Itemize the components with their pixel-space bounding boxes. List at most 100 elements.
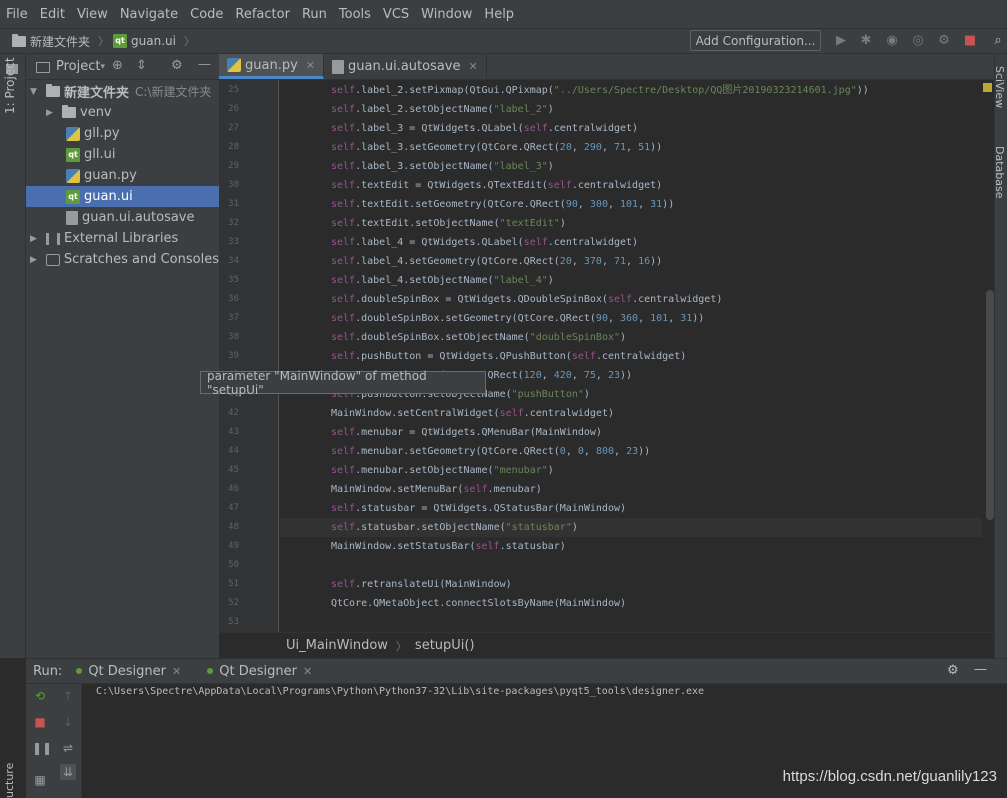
menu-window[interactable]: Window [421,7,472,22]
database-tool-tab[interactable]: Database [993,146,1006,199]
menu-run[interactable]: Run [302,7,327,22]
pause-icon[interactable]: ❚❚ [32,740,52,756]
tree-item-label: venv [80,105,112,120]
tree-item-root[interactable]: ▼ 新建文件夹 C:\新建文件夹 [26,81,219,102]
code-line[interactable]: self.label_3.setObjectName("label_3") [331,157,554,176]
close-icon[interactable]: ✕ [469,60,478,73]
code-line[interactable]: self.doubleSpinBox.setGeometry(QtCore.QR… [331,309,704,328]
nav-project[interactable]: 新建文件夹 [12,33,90,50]
run-tab-qt-designer-1[interactable]: Qt Designer ✕ [76,664,181,679]
nav-file[interactable]: qt guan.ui [113,34,176,48]
code-line[interactable]: QtCore.QMetaObject.connectSlotsByName(Ma… [331,594,626,613]
run-tab-label: Qt Designer [88,663,167,679]
project-panel-title[interactable]: Project [56,59,100,74]
code-line[interactable]: self.statusbar.setObjectName("statusbar"… [331,518,578,537]
code-editor[interactable]: self.label_2.setPixmap(QtGui.QPixmap("..… [280,80,982,632]
code-line[interactable]: self.textEdit.setObjectName("textEdit") [331,214,566,233]
menu-file[interactable]: File [6,7,28,22]
warning-indicator-icon[interactable] [983,83,992,92]
code-line[interactable]: self.doubleSpinBox.setObjectName("double… [331,328,626,347]
stop-icon[interactable]: ■ [32,714,48,730]
layout-icon[interactable]: ▦ [32,772,48,788]
code-line[interactable]: self.retranslateUi(MainWindow) [331,575,512,594]
scroll-to-end-icon[interactable]: ⇊ [60,764,76,780]
code-line[interactable]: self.label_2.setPixmap(QtGui.QPixmap("..… [331,81,869,100]
code-line[interactable]: self.menubar = QtWidgets.QMenuBar(MainWi… [331,423,602,442]
breadcrumb-class[interactable]: Ui_MainWindow [286,638,388,653]
breadcrumb-method[interactable]: setupUi() [415,638,475,653]
editor-scrollbar-thumb[interactable] [986,290,994,520]
stop-icon[interactable]: ■ [962,33,978,49]
code-line[interactable]: self.label_2.setObjectName("label_2") [331,100,554,119]
code-line[interactable]: self.menubar.setGeometry(QtCore.QRect(0,… [331,442,650,461]
chevron-right-icon[interactable]: ▶ [30,255,42,265]
down-arrow-icon[interactable]: ↓ [60,714,76,730]
tree-item-external-libraries[interactable]: ▶ External Libraries [26,228,219,249]
code-line[interactable]: self.label_4 = QtWidgets.QLabel(self.cen… [331,233,638,252]
code-line[interactable]: MainWindow.setStatusBar(self.statusbar) [331,537,566,556]
tree-item-venv[interactable]: ▶ venv [26,102,219,123]
code-line[interactable]: self.statusbar = QtWidgets.QStatusBar(Ma… [331,499,626,518]
code-line[interactable]: self.menubar.setObjectName("menubar") [331,461,554,480]
menu-code[interactable]: Code [190,7,223,22]
code-line[interactable]: self.label_3.setGeometry(QtCore.QRect(20… [331,138,662,157]
chevron-right-icon[interactable]: ▶ [46,108,58,118]
tree-item-gll-ui[interactable]: qt gll.ui [26,144,219,165]
up-arrow-icon[interactable]: ↑ [60,688,76,704]
code-line[interactable]: self.label_3 = QtWidgets.QLabel(self.cen… [331,119,638,138]
soft-wrap-icon[interactable]: ⇌ [60,740,76,756]
code-line[interactable]: self.label_4.setGeometry(QtCore.QRect(20… [331,252,662,271]
close-icon[interactable]: ✕ [306,59,315,72]
debug-icon[interactable]: ✱ [858,33,874,49]
run-icon[interactable]: ▶ [833,33,849,49]
tab-guan-py[interactable]: guan.py ✕ [219,54,324,79]
menu-bar: File Edit View Navigate Code Refactor Ru… [0,0,1007,28]
minimize-icon[interactable]: — [974,662,987,677]
coverage-icon[interactable]: ◉ [884,33,900,49]
chevron-down-icon[interactable]: ▾ [100,62,105,72]
code-line[interactable]: MainWindow.setMenuBar(self.menubar) [331,480,542,499]
line-number: 32 [228,218,239,228]
concurrency-icon[interactable]: ⚙ [936,33,952,49]
chevron-right-icon[interactable]: ▶ [30,234,42,244]
code-line[interactable]: self.textEdit.setGeometry(QtCore.QRect(9… [331,195,674,214]
chevron-down-icon[interactable]: ▼ [30,87,42,97]
project-tool-tab[interactable]: 1: Project [3,57,17,114]
sciview-tool-tab[interactable]: SciView [993,66,1006,108]
structure-tool-tab[interactable]: ucture [3,763,16,798]
tree-item-guan-ui[interactable]: qt guan.ui [26,186,219,207]
menu-edit[interactable]: Edit [40,7,65,22]
tree-item-guan-py[interactable]: guan.py [26,165,219,186]
run-tab-qt-designer-2[interactable]: Qt Designer ✕ [207,664,312,679]
menu-view[interactable]: View [77,7,108,22]
menu-vcs[interactable]: VCS [383,7,409,22]
right-tool-strip: SciView Database [993,54,1007,658]
code-line[interactable]: self.label_4.setObjectName("label_4") [331,271,554,290]
line-number: 34 [228,256,239,266]
tree-item-scratches[interactable]: ▶ Scratches and Consoles [26,249,219,270]
line-number: 50 [228,560,239,570]
close-icon[interactable]: ✕ [172,665,181,678]
rerun-icon[interactable]: ⟲ [32,688,48,704]
menu-help[interactable]: Help [484,7,514,22]
collapse-icon[interactable]: ⇕ [136,58,147,73]
profile-icon[interactable]: ◎ [910,33,926,49]
code-line[interactable]: self.doubleSpinBox = QtWidgets.QDoubleSp… [331,290,722,309]
search-icon[interactable]: ⌕ [990,33,1006,49]
code-line[interactable]: self.textEdit = QtWidgets.QTextEdit(self… [331,176,662,195]
close-icon[interactable]: ✕ [303,665,312,678]
gear-icon[interactable]: ⚙ [947,663,959,678]
code-line[interactable]: MainWindow.setCentralWidget(self.central… [331,404,614,423]
locate-icon[interactable]: ⊕ [112,58,123,73]
minimize-icon[interactable]: — [198,57,211,72]
add-configuration-button[interactable]: Add Configuration... [690,30,821,51]
menu-navigate[interactable]: Navigate [120,7,178,22]
tree-item-label: External Libraries [64,231,179,246]
menu-tools[interactable]: Tools [339,7,371,22]
menu-refactor[interactable]: Refactor [235,7,290,22]
tree-item-gll-py[interactable]: gll.py [26,123,219,144]
code-line[interactable]: self.pushButton = QtWidgets.QPushButton(… [331,347,686,366]
tab-guan-ui-autosave[interactable]: guan.ui.autosave ✕ [324,54,487,79]
tree-item-guan-ui-autosave[interactable]: guan.ui.autosave [26,207,219,228]
gear-icon[interactable]: ⚙ [171,58,183,73]
